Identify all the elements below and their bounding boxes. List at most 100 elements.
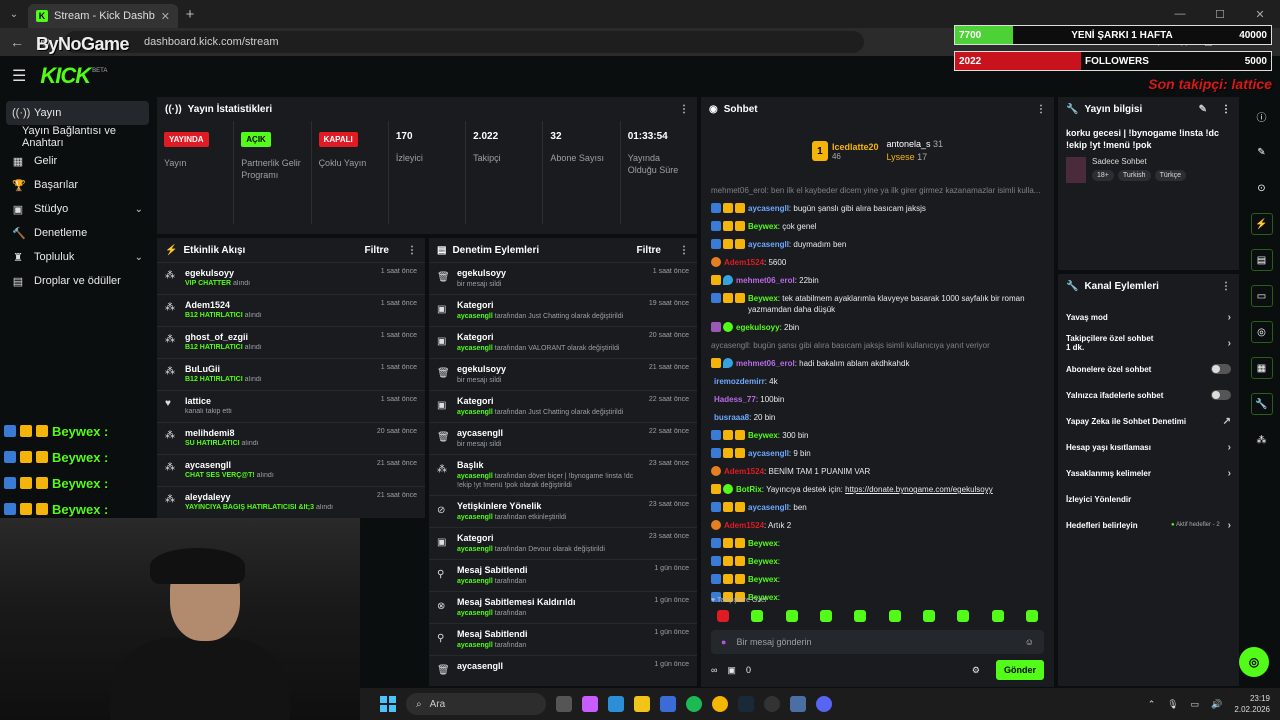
kebab-menu-icon[interactable]: ⋮ xyxy=(679,104,689,115)
chat-message[interactable]: iremozdemirr: 4k xyxy=(711,376,1044,387)
chrome-icon[interactable] xyxy=(712,696,728,712)
emote-icon[interactable] xyxy=(888,610,901,622)
chat-username[interactable]: Beywex xyxy=(748,294,778,303)
kebab-menu-icon[interactable]: ⋮ xyxy=(679,245,689,256)
app-icon[interactable] xyxy=(790,696,806,712)
discord-icon[interactable] xyxy=(816,696,832,712)
moderator-name[interactable]: aycasengll xyxy=(457,313,493,320)
subs-chat-toggle[interactable] xyxy=(1211,364,1231,374)
moderator-name[interactable]: aycasengll xyxy=(457,642,493,649)
feed-user[interactable]: Adem1524 xyxy=(185,300,373,310)
broadcast-icon[interactable]: ◎ xyxy=(1250,321,1273,343)
sidebar-item-stream[interactable]: ((·)) Yayın xyxy=(6,101,149,125)
feed-user[interactable]: lattice xyxy=(185,396,373,406)
url-field[interactable]: dashboard.kick.com/stream xyxy=(64,31,864,53)
feed-user[interactable]: egekulsoyy xyxy=(185,268,373,278)
chat-message[interactable]: Beywex: çok genel xyxy=(711,221,1044,232)
emote-icon[interactable] xyxy=(819,610,832,622)
chat-icon[interactable]: ▭ xyxy=(1250,285,1273,307)
chat-username[interactable]: aycasengll xyxy=(748,449,789,458)
chat-username[interactable]: Beywex xyxy=(748,539,778,548)
emote-icon[interactable] xyxy=(854,610,867,622)
new-tab-icon[interactable]: + xyxy=(178,6,202,23)
obs-icon[interactable] xyxy=(764,696,780,712)
maximize-icon[interactable]: ☐ xyxy=(1200,0,1240,28)
chat-link[interactable]: https://donate.bynogame.com/egekulsoyy xyxy=(845,485,993,494)
list-icon[interactable]: ▤ xyxy=(1250,249,1273,271)
gift-icon[interactable]: ▣ xyxy=(727,665,736,676)
emoji-icon[interactable]: ☺ xyxy=(1025,637,1034,647)
chat-message[interactable]: Adem1524: BENİM TAM 1 PUANIM VAR xyxy=(711,466,1044,477)
lightning-icon[interactable]: ⚡ xyxy=(1250,213,1273,235)
gear-icon[interactable]: ⚙ xyxy=(972,665,980,676)
emote-icon[interactable] xyxy=(957,610,970,622)
filter-button[interactable]: Filtre xyxy=(365,245,389,256)
close-tab-icon[interactable]: ✕ xyxy=(161,10,170,23)
chat-input[interactable]: ● Bir mesaj gönderin ☺ xyxy=(711,630,1044,654)
chat-message[interactable]: egekulsoyy: 2bin xyxy=(711,322,1044,333)
banned-words-row[interactable]: Yasaklanmış kelimeler › xyxy=(1058,460,1239,486)
sidebar-item-revenue[interactable]: ▦ Gelir xyxy=(6,149,149,173)
account-age-row[interactable]: Hesap yaşı kısıtlaması › xyxy=(1058,434,1239,460)
chat-message[interactable]: aycasengll: 9 bin xyxy=(711,448,1044,459)
chat-username[interactable]: Hadess_77 xyxy=(714,395,756,404)
feed-user[interactable]: ghost_of_ezgii xyxy=(185,332,373,342)
network-icon[interactable]: ▭ xyxy=(1191,699,1200,710)
chat-username[interactable]: aycasengll xyxy=(748,204,789,213)
sidebar-item-moderation[interactable]: 🔨 Denetleme xyxy=(6,221,149,245)
chat-message[interactable]: busraaa8: 20 bin xyxy=(711,412,1044,423)
chat-username[interactable]: BotRix xyxy=(736,485,762,494)
microphone-icon[interactable]: 🎙 xyxy=(1167,699,1178,710)
chat-message[interactable]: aycasengll: duymadım ben xyxy=(711,239,1044,250)
chat-messages[interactable]: mehmet06_erol: ben ilk el kaybeder dicem… xyxy=(701,181,1054,631)
chat-username[interactable]: Adem1524 xyxy=(724,258,764,267)
chat-username[interactable]: iremozdemirr xyxy=(714,377,765,386)
chat-message[interactable]: Hadess_77: 100bin xyxy=(711,394,1044,405)
emote-icon[interactable] xyxy=(785,610,798,622)
emote-icon[interactable] xyxy=(991,610,1004,622)
moderator-name[interactable]: aycasengll xyxy=(457,473,493,480)
windows-start-icon[interactable] xyxy=(380,696,396,712)
sidebar-item-achievements[interactable]: 🏆 Başarılar xyxy=(6,173,149,197)
feed-user[interactable]: melihdemi8 xyxy=(185,428,369,438)
chat-message[interactable]: aycasengll: ben xyxy=(711,502,1044,513)
feed-user[interactable]: aleydaleyy xyxy=(185,492,369,502)
chat-username[interactable]: aycasengll xyxy=(748,503,789,512)
focus-icon[interactable]: ⊙ xyxy=(1251,177,1273,199)
kebab-menu-icon[interactable]: ⋮ xyxy=(1221,281,1231,292)
moderator-name[interactable]: aycasengll xyxy=(457,409,493,416)
back-icon[interactable]: ← xyxy=(8,34,26,50)
chat-username[interactable]: mehmet06_erol xyxy=(736,359,795,368)
chat-message[interactable]: mehmet06_erol: ben ilk el kaybeder dicem… xyxy=(711,185,1044,196)
minimize-icon[interactable]: — xyxy=(1160,0,1200,28)
filter-button[interactable]: Filtre xyxy=(637,245,661,256)
mail-icon[interactable] xyxy=(660,696,676,712)
chat-message[interactable]: Beywex: xyxy=(711,556,1044,567)
info-icon[interactable]: ⓘ xyxy=(1251,105,1273,127)
community-icon[interactable]: ⁂ xyxy=(1251,429,1273,451)
edge-icon[interactable] xyxy=(608,696,624,712)
chat-username[interactable]: aycasengll xyxy=(748,240,789,249)
kebab-menu-icon[interactable]: ⋮ xyxy=(1221,104,1231,115)
moderator-name[interactable]: aycasengll xyxy=(457,546,493,553)
emote-only-toggle[interactable] xyxy=(1211,390,1231,400)
feed-user[interactable]: BuLuGii xyxy=(185,364,373,374)
file-explorer-icon[interactable] xyxy=(634,696,650,712)
chat-username[interactable]: Beywex xyxy=(748,575,778,584)
chat-message[interactable]: Adem1524: 5600 xyxy=(711,257,1044,268)
volume-icon[interactable]: 🔊 xyxy=(1211,699,1222,710)
emote-icon[interactable] xyxy=(922,610,935,622)
sidebar-item-community[interactable]: ♜ Topluluk ⌄ xyxy=(6,245,149,269)
chevron-up-icon[interactable]: ⌃ xyxy=(1148,699,1156,710)
chat-message[interactable]: BotRix: Yayıncıya destek için: https://d… xyxy=(711,484,1044,495)
tab-search-icon[interactable]: ⌄ xyxy=(0,0,28,28)
chat-message[interactable]: Beywex: tek atabilmem ayaklarımla klavye… xyxy=(711,293,1044,315)
chat-message[interactable]: Beywex: xyxy=(711,574,1044,585)
close-window-icon[interactable]: ✕ xyxy=(1240,0,1280,28)
slow-mode-row[interactable]: Yavaş mod › xyxy=(1058,304,1239,330)
edit-icon[interactable]: ✎ xyxy=(1251,141,1273,163)
chat-username[interactable]: Beywex xyxy=(748,222,778,231)
kebab-menu-icon[interactable]: ⋮ xyxy=(407,245,417,256)
chat-username[interactable]: Beywex xyxy=(748,431,778,440)
kick-logo[interactable]: KICK xyxy=(40,63,91,89)
